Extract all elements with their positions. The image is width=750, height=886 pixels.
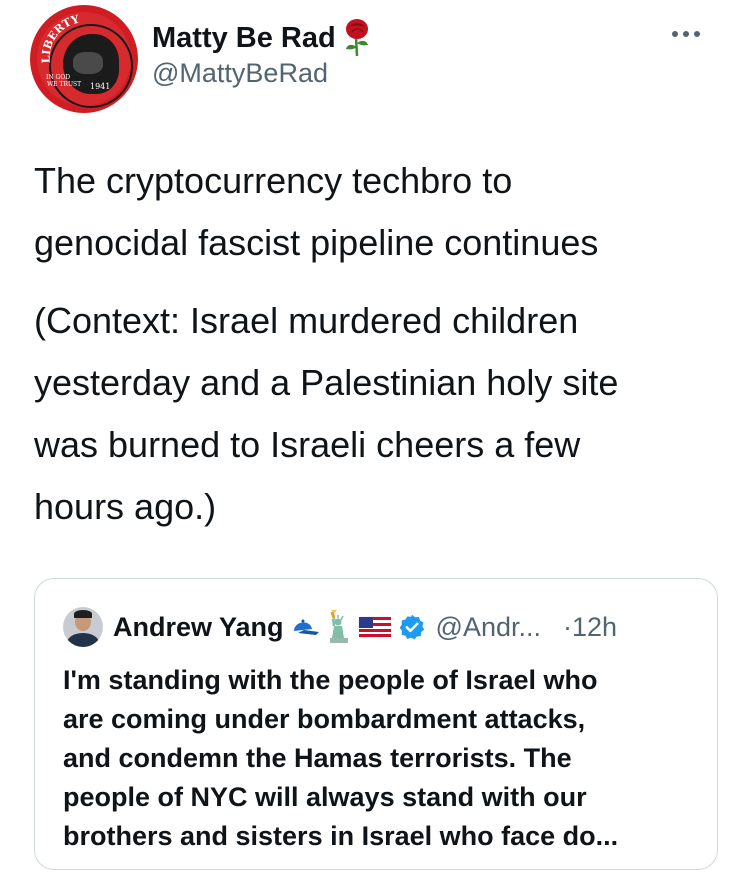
time-value: 12h (572, 611, 618, 642)
quoted-line: and condemn the Hamas terrorists. The (63, 743, 572, 773)
time-separator: · (563, 611, 573, 642)
avatar-lettering: LIBERTY IN GOD WE TRUST 1941 (40, 13, 111, 91)
quoted-author-name[interactable]: Andrew Yang (113, 612, 284, 643)
tweet-line: (Context: Israel murdered children (34, 300, 579, 341)
tweet-line: was burned to Israeli cheers a few (34, 424, 581, 465)
blue-cap-icon (293, 619, 319, 635)
tweet-line: yesterday and a Palestinian holy site (34, 362, 619, 403)
quoted-line: brothers and sisters in Israel who face … (63, 821, 619, 851)
quoted-tweet-time[interactable]: ·12h (563, 612, 617, 643)
svg-text:1941: 1941 (90, 82, 110, 91)
tweet-paragraph-2: (Context: Israel murdered children yeste… (34, 290, 734, 538)
quoted-tweet-header: Andrew Yang @Andr... ·12h (63, 605, 617, 649)
quoted-line: people of NYC will always stand with our (63, 782, 587, 812)
more-options-icon[interactable] (664, 22, 708, 46)
author-name[interactable]: Matty Be Rad (152, 22, 336, 55)
svg-text:LIBERTY: LIBERTY (40, 13, 81, 64)
tweet: LIBERTY IN GOD WE TRUST 1941 Matty Be Ra… (0, 0, 750, 886)
quoted-tweet-text: I'm standing with the people of Israel w… (63, 661, 703, 856)
author-name-row[interactable]: Matty Be Rad (152, 18, 372, 58)
quoted-tweet-card[interactable]: Andrew Yang @Andr... ·12h I'm standing w… (34, 578, 718, 870)
statue-of-liberty-icon (329, 610, 348, 643)
tweet-paragraph-1: The cryptocurrency techbro to genocidal … (34, 150, 734, 274)
quoted-author-handle[interactable]: @Andr... (436, 612, 541, 643)
tweet-line: genocidal fascist pipeline continues (34, 222, 599, 263)
svg-text:IN GOD: IN GOD (46, 74, 70, 81)
author-avatar[interactable]: LIBERTY IN GOD WE TRUST 1941 (30, 5, 138, 113)
tweet-line: hours ago.) (34, 486, 217, 527)
rose-icon (345, 19, 368, 57)
quoted-line: I'm standing with the people of Israel w… (63, 665, 598, 695)
author-handle[interactable]: @MattyBeRad (152, 58, 328, 89)
svg-text:WE TRUST: WE TRUST (47, 81, 81, 88)
verified-badge-icon (399, 614, 424, 640)
quoted-line: are coming under bombardment attacks, (63, 704, 586, 734)
quoted-author-avatar[interactable] (63, 607, 103, 647)
us-flag-icon (358, 616, 391, 638)
tweet-line: The cryptocurrency techbro to (34, 160, 513, 201)
